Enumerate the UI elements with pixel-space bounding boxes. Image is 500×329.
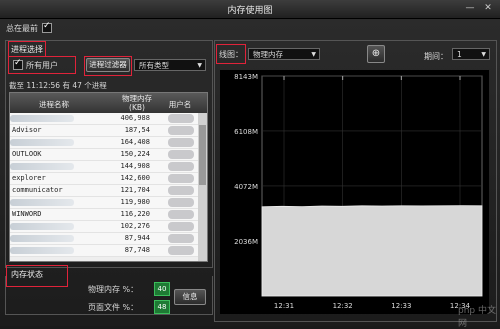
phys-mem-label: 物理内存 %： bbox=[88, 285, 139, 294]
memory-chart: 8143M 6108M 4072M 2036M 12:31 12:32 12:33 12:34 bbox=[220, 70, 489, 314]
table-scrollbar[interactable] bbox=[198, 113, 207, 261]
process-filter-button[interactable]: 进程过滤器 bbox=[86, 58, 130, 72]
page-file-gauge: 48 bbox=[154, 300, 170, 314]
redacted-user bbox=[168, 138, 194, 147]
redacted-user bbox=[168, 186, 194, 195]
redacted-user bbox=[168, 150, 194, 159]
top-bar: 总在最前 bbox=[0, 19, 500, 37]
table-row[interactable]: explorer 142,600 bbox=[10, 173, 207, 185]
process-type-value: 所有类型 bbox=[139, 61, 169, 70]
redacted-user bbox=[168, 114, 194, 123]
col-user-name[interactable]: 用户名 bbox=[162, 99, 198, 110]
process-memory: 121,704 bbox=[120, 186, 150, 194]
process-type-select[interactable]: 所有类型 ▼ bbox=[134, 59, 206, 71]
window-title: 内存使用图 bbox=[227, 6, 273, 16]
redacted-user bbox=[168, 126, 194, 135]
process-table[interactable]: 进程名称 物理内存 (KB) 用户名 406,988 Advisor 187,54 1… bbox=[9, 92, 208, 262]
chevron-down-icon: ▼ bbox=[197, 62, 202, 69]
table-row[interactable]: OUTLOOK 150,224 bbox=[10, 149, 207, 161]
all-users-label: 所有用户 bbox=[26, 61, 58, 70]
process-memory: 142,600 bbox=[120, 174, 150, 182]
process-name: OUTLOOK bbox=[12, 150, 42, 158]
period-value: 1 bbox=[457, 50, 462, 59]
process-memory: 102,276 bbox=[120, 222, 150, 230]
redacted-name bbox=[10, 199, 74, 206]
redacted-name bbox=[10, 163, 74, 170]
memory-usage-window: 内存使用图 — ✕ 总在最前 进程选择 所有用户 进程过滤器 所有类型 ▼ 截至… bbox=[0, 0, 500, 329]
period-label: 期间： bbox=[424, 52, 448, 61]
col-process-name[interactable]: 进程名称 bbox=[10, 99, 98, 110]
table-row[interactable]: 87,748 bbox=[10, 245, 207, 257]
table-row[interactable]: Advisor 187,54 bbox=[10, 125, 207, 137]
table-row[interactable]: WINWORD 116,220 bbox=[10, 209, 207, 221]
line-chart-label: 线图： bbox=[219, 50, 243, 59]
table-row[interactable]: communicator 121,704 bbox=[10, 185, 207, 197]
memory-area-series bbox=[261, 205, 483, 297]
redacted-user bbox=[168, 234, 194, 243]
minimize-button[interactable]: — bbox=[464, 3, 476, 14]
redacted-user bbox=[168, 162, 194, 171]
watermark: php 中文网 bbox=[458, 306, 496, 329]
zoom-icon: ⊕ bbox=[371, 48, 381, 59]
table-row[interactable]: 87,944 bbox=[10, 233, 207, 245]
process-memory: 87,944 bbox=[124, 234, 150, 242]
all-users-checkbox[interactable] bbox=[13, 58, 23, 70]
redacted-name bbox=[10, 247, 74, 254]
process-memory: 187,54 bbox=[124, 126, 150, 134]
redacted-name bbox=[10, 115, 74, 122]
process-memory: 150,224 bbox=[120, 150, 150, 158]
table-row[interactable]: 119,980 bbox=[10, 197, 207, 209]
always-on-top-label: 总在最前 bbox=[6, 24, 38, 33]
process-memory: 406,988 bbox=[120, 114, 150, 122]
redacted-user bbox=[168, 174, 194, 183]
redacted-name bbox=[10, 139, 74, 146]
close-button[interactable]: ✕ bbox=[482, 3, 494, 14]
process-name: explorer bbox=[12, 174, 46, 182]
table-header: 进程名称 物理内存 (KB) 用户名 bbox=[10, 93, 207, 113]
phys-mem-gauge: 40 bbox=[154, 282, 170, 296]
table-row[interactable]: 144,908 bbox=[10, 161, 207, 173]
x-tick-label: 12:31 bbox=[274, 302, 294, 310]
process-memory: 164,408 bbox=[120, 138, 150, 146]
redacted-user bbox=[168, 222, 194, 231]
process-memory: 116,220 bbox=[120, 210, 150, 218]
redacted-name bbox=[10, 223, 74, 230]
process-select-label: 进程选择 bbox=[11, 45, 43, 54]
table-row[interactable]: 406,988 bbox=[10, 113, 207, 125]
process-summary: 截至 11:12:56 有 47 个进程 bbox=[9, 81, 107, 90]
redacted-user bbox=[168, 246, 194, 255]
always-on-top-checkbox[interactable] bbox=[42, 21, 52, 33]
chevron-down-icon: ▼ bbox=[481, 51, 486, 58]
y-tick-label: 2036M bbox=[234, 238, 258, 246]
table-body: 406,988 Advisor 187,54 164,408 OUTLOOK 150,22… bbox=[10, 113, 207, 257]
y-tick-label: 6108M bbox=[234, 128, 258, 136]
scrollbar-thumb[interactable] bbox=[199, 125, 206, 185]
process-name: Advisor bbox=[12, 126, 42, 134]
line-chart-select[interactable]: 物理内存 ▼ bbox=[248, 48, 320, 60]
x-tick-label: 12:33 bbox=[391, 302, 411, 310]
chevron-down-icon: ▼ bbox=[311, 51, 316, 58]
table-row[interactable]: 164,408 bbox=[10, 137, 207, 149]
y-tick-label: 8143M bbox=[234, 73, 258, 81]
process-memory: 87,748 bbox=[124, 246, 150, 254]
process-memory: 144,908 bbox=[120, 162, 150, 170]
process-name: communicator bbox=[12, 186, 63, 194]
memory-area-chart: 8143M6108M4072M2036M12:31 12:32 12:33 12:34 bbox=[234, 73, 483, 310]
period-select[interactable]: 1 ▼ bbox=[452, 48, 490, 60]
table-row[interactable]: 102,276 bbox=[10, 221, 207, 233]
line-chart-value: 物理内存 bbox=[253, 50, 283, 59]
x-tick-label: 12:32 bbox=[333, 302, 353, 310]
title-bar: 内存使用图 — ✕ bbox=[0, 0, 500, 19]
redacted-user bbox=[168, 210, 194, 219]
redacted-user bbox=[168, 198, 194, 207]
col-physical-memory[interactable]: 物理内存 (KB) bbox=[114, 94, 160, 112]
redacted-name bbox=[10, 235, 74, 242]
process-name: WINWORD bbox=[12, 210, 42, 218]
process-memory: 119,980 bbox=[120, 198, 150, 206]
zoom-in-button[interactable]: ⊕ bbox=[367, 45, 385, 63]
y-tick-label: 4072M bbox=[234, 183, 258, 191]
info-button[interactable]: 信息 bbox=[174, 289, 206, 305]
page-file-label: 页面文件 %： bbox=[88, 303, 139, 312]
